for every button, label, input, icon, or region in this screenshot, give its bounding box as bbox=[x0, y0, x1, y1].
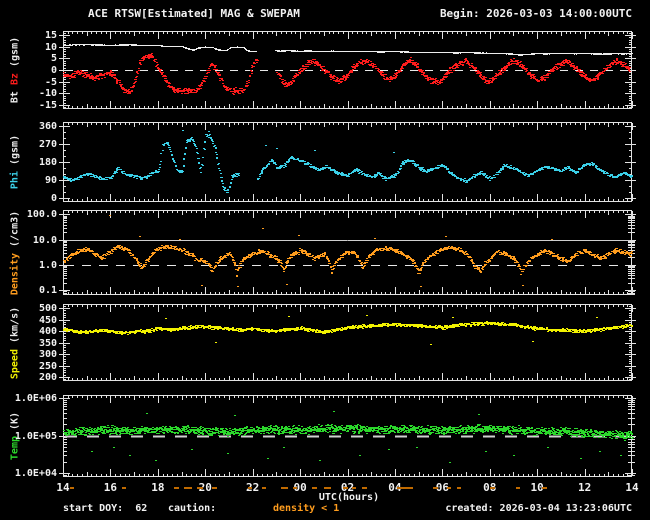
y-tick-label: 10 bbox=[44, 41, 57, 53]
panel-canvas-temp bbox=[55, 395, 645, 477]
ace-rtsw-plot: ACE RTSW[Estimated] MAG & SWEPAM Begin: … bbox=[0, 0, 650, 520]
y-tick-label: 0 bbox=[50, 192, 57, 204]
y-tick-label: 0 bbox=[50, 65, 57, 76]
y-tick-label: 200 bbox=[38, 372, 57, 384]
y-tick-label: 500 bbox=[38, 303, 57, 315]
y-tick-label: 1.0E+04 bbox=[14, 468, 57, 480]
panel-canvas-speed bbox=[55, 304, 645, 381]
y-tick-label: 100.0 bbox=[26, 209, 57, 221]
y-tick-label: 90 bbox=[44, 174, 57, 186]
y-tick-label: 180 bbox=[38, 157, 57, 168]
start-doy-label: start DOY: 62 bbox=[63, 503, 148, 514]
plot-title: ACE RTSW[Estimated] MAG & SWEPAM bbox=[88, 7, 300, 20]
y-tick-label: 250 bbox=[38, 360, 57, 372]
created-timestamp: created: 2026-03-04 13:23:06UTC bbox=[445, 503, 632, 514]
y-tick-label: 10.0 bbox=[32, 234, 57, 246]
y-tick-label: 5 bbox=[50, 53, 57, 65]
panel-canvas-phi bbox=[55, 122, 645, 202]
y-tick-label: 300 bbox=[38, 349, 57, 361]
panel-canvas-mag bbox=[55, 31, 645, 109]
caution-label: caution: bbox=[168, 503, 217, 514]
y-tick-label: -15 bbox=[38, 100, 57, 112]
y-tick-label: -10 bbox=[38, 88, 57, 100]
caution-value: density < 1 bbox=[273, 503, 340, 514]
caution-marks-strip bbox=[0, 487, 650, 491]
panel-canvas-density bbox=[55, 210, 645, 295]
y-tick-label: 1.0E+05 bbox=[14, 430, 57, 442]
y-tick-label: 1.0E+06 bbox=[14, 392, 57, 404]
y-tick-label: 360 bbox=[38, 121, 57, 133]
y-tick-label: 450 bbox=[38, 314, 57, 326]
y-tick-label: 1.0 bbox=[38, 259, 57, 271]
begin-timestamp: Begin: 2026-03-03 14:00:00UTC bbox=[439, 7, 632, 20]
y-axis-label-density: Density (/cm3) bbox=[10, 210, 21, 294]
y-tick-label: 270 bbox=[38, 139, 57, 151]
y-tick-label: 400 bbox=[38, 326, 57, 338]
y-tick-label: -5 bbox=[44, 76, 57, 88]
y-tick-label: 15 bbox=[44, 29, 57, 41]
y-tick-label: 0.1 bbox=[38, 285, 57, 297]
y-tick-label: 350 bbox=[38, 337, 57, 349]
